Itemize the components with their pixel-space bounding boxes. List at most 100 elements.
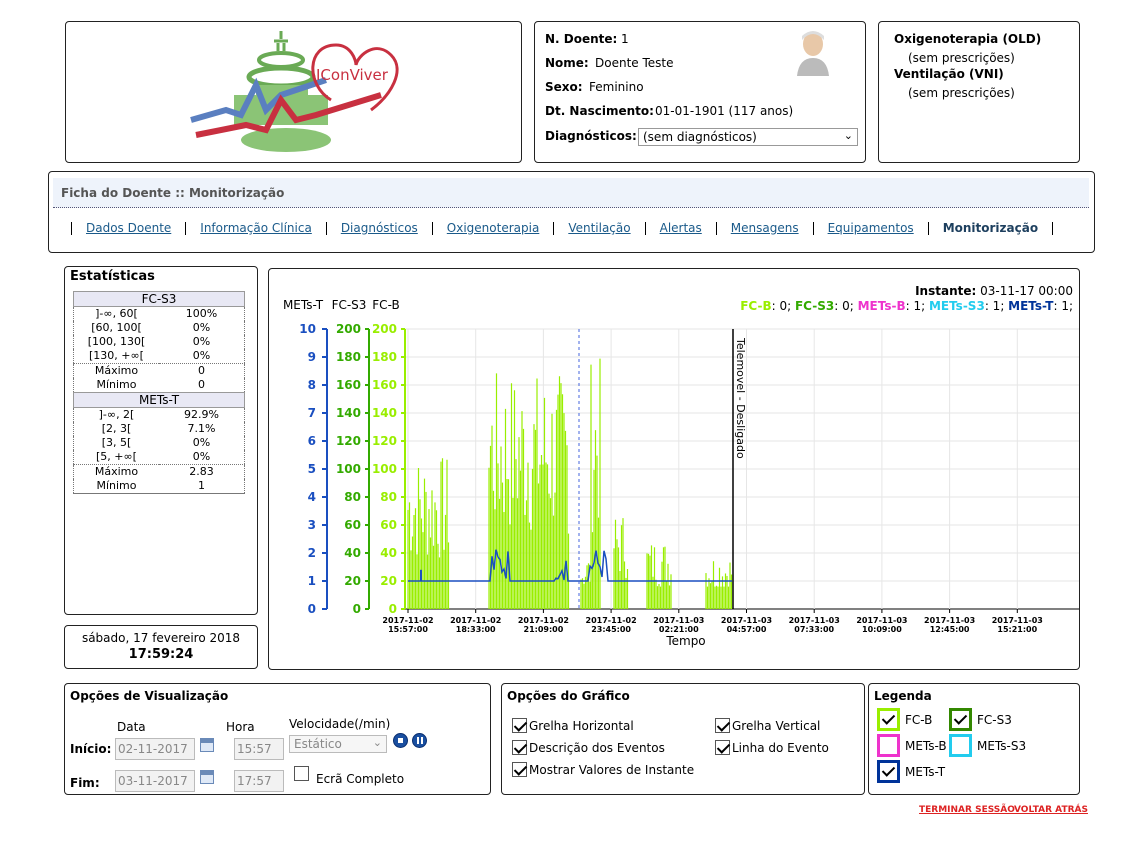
nav-panel: Ficha do Doente :: Monitorização Dados D… [48,171,1095,253]
graph-option-mostrar-valores-de-instante[interactable]: Mostrar Valores de Instante [512,762,694,777]
fc-b-tick: 40 [380,546,397,560]
calendar-icon[interactable] [200,770,214,784]
graph-option-grelha-horizontal[interactable]: Grelha Horizontal [512,718,634,733]
legend-label: FC-B [905,713,933,727]
x-axis-title: Tempo [665,634,705,648]
legend-label: METs-B [905,739,947,753]
x-tick-time: 21:09:00 [524,625,564,634]
tab-equipamentos[interactable]: Equipamentos [828,221,914,235]
graph-option-linha-do-evento[interactable]: Linha do Evento [715,740,829,755]
mets-t-tick: 5 [308,462,316,476]
checkbox[interactable] [512,718,527,733]
fc-s3-tick: 40 [344,546,361,560]
stats-max-value: 0 [198,364,205,377]
current-time: 17:59:24 [128,647,194,662]
fc-s3-tick: 200 [336,322,361,336]
tab-separator [1052,222,1054,235]
stop-icon[interactable] [393,733,408,748]
fc-s3-tick: 20 [344,574,361,588]
checkbox[interactable] [715,740,730,755]
pause-icon[interactable] [412,733,427,748]
axis-title-fc-s3: FC-S3 [332,298,367,312]
stats-percent: 0% [192,321,211,334]
legend-checkbox[interactable] [949,708,972,731]
tab-separator [812,222,814,235]
fc-s3-tick: 60 [344,518,361,532]
stats-min-row: Mínimo 1 [74,479,245,494]
tab-monitorizacao[interactable]: Monitorização [943,221,1038,235]
graph-option-grelha-vertical[interactable]: Grelha Vertical [715,718,820,733]
start-hour-input[interactable]: 15:57 [234,738,284,760]
fc-s3-tick: 120 [336,434,361,448]
monitor-chart[interactable]: METs-T FC-S3 FC-B0 020 2040 4060 6080 80100 1001… [269,283,1079,668]
stats-row: ]-∞, 2[ 92.9% [74,408,245,422]
stats-range: ]-∞, 2[ [98,408,135,421]
mets-t-tick: 7 [308,406,316,420]
stats-title: Estatísticas [70,269,155,284]
back-link[interactable]: VOLTAR ATRÁS [1014,805,1088,815]
legend-label: FC-S3 [977,713,1012,727]
end-date-input[interactable]: 03-11-2017 [115,770,195,792]
stats-percent: 0% [192,436,211,449]
checkbox[interactable] [512,740,527,755]
x-tick-time: 18:33:00 [456,625,496,634]
ventilation-title: Ventilação (VNI) [894,67,1004,81]
tab-diagnosticos[interactable]: Diagnósticos [341,221,418,235]
tab-mensagens[interactable]: Mensagens [731,221,799,235]
logout-link[interactable]: TERMINAR SESSÃO [919,805,1015,815]
patient-sex: Feminino [589,80,644,94]
stats-panel: Estatísticas FC-S3 ]-∞, 60[100% [60, 100[… [64,266,258,615]
start-date-input[interactable]: 02-11-2017 [115,738,195,760]
legend-checkbox[interactable] [877,708,900,731]
stats-max-row: Máximo 2.83 [73,464,245,480]
diagnoses-select[interactable]: (sem diagnósticos) ⌄ [638,128,858,146]
legend-item-mets-t[interactable]: METs-T [877,760,957,784]
legend-panel: Legenda FC-B FC-S3 METs-B METs-S3 METs-T [868,683,1080,795]
fullscreen-checkbox[interactable] [294,766,309,781]
stats-row: [60, 100[0% [74,321,245,335]
speed-select[interactable]: Estático ⌄ [289,735,387,753]
tab-oxigenoterapia[interactable]: Oxigenoterapia [447,221,540,235]
view-options-panel: Opções de Visualização Data Hora Velocid… [64,683,491,795]
page-title-bar: Ficha do Doente :: Monitorização [53,178,1089,208]
x-tick-date: 2017-11-02 [382,616,433,625]
legend-item-mets-s3[interactable]: METs-S3 [949,734,1029,758]
legend-item-fc-s3[interactable]: FC-S3 [949,708,1029,732]
legend-checkbox[interactable] [949,734,972,757]
tab-alertas[interactable]: Alertas [660,221,702,235]
legend-item-mets-b[interactable]: METs-B [877,734,957,758]
legend-checkbox[interactable] [877,760,900,783]
stats-range: [130, +∞[ [89,349,144,362]
fullscreen-label: Ecrã Completo [316,772,405,786]
mets-t-tick: 0 [308,602,316,616]
stats-percent: 92.9% [184,408,219,421]
tab-informacao-clinica[interactable]: Informação Clínica [200,221,312,235]
patient-id: 1 [621,32,629,46]
axis-title-fc-b: FC-B [372,298,399,312]
logo-panel: IConViver [65,21,522,163]
mets-t-tick: 6 [308,434,316,448]
graph-option-descricao-dos-eventos[interactable]: Descrição dos Eventos [512,740,665,755]
end-hour-input[interactable]: 17:57 [234,770,284,792]
tab-dados-doente[interactable]: Dados Doente [86,221,171,235]
stats-metst: METs-T ]-∞, 2[92.9% [2, 3[7.1% [3, 5[0% [5,… [73,392,245,494]
x-tick-date: 2017-11-03 [653,616,704,625]
therapy-panel: Oxigenoterapia (OLD) (sem prescrições) V… [878,21,1080,163]
checkbox[interactable] [512,762,527,777]
calendar-icon[interactable] [200,738,214,752]
stats-row: ]-∞, 60[100% [74,307,245,321]
chart-panel: Instante: 03-11-17 00:00 FC-B: 0; FC-S3:… [268,268,1080,670]
checkbox[interactable] [715,718,730,733]
graph-option-label: Grelha Horizontal [529,718,634,733]
x-tick-time: 15:21:00 [997,625,1037,634]
graph-option-label: Linha do Evento [732,740,829,755]
legend-item-fc-b[interactable]: FC-B [877,708,957,732]
patient-id-label: N. Doente: [545,32,618,46]
legend-checkbox[interactable] [877,734,900,757]
chevron-down-icon: ⌄ [372,736,382,749]
stats-row: [100, 130[0% [74,335,245,349]
stats-range: ]-∞, 60[ [95,307,138,320]
tab-ventilacao[interactable]: Ventilação [568,221,630,235]
stats-percent: 7.1% [187,422,216,435]
patient-name: Doente Teste [595,56,674,70]
